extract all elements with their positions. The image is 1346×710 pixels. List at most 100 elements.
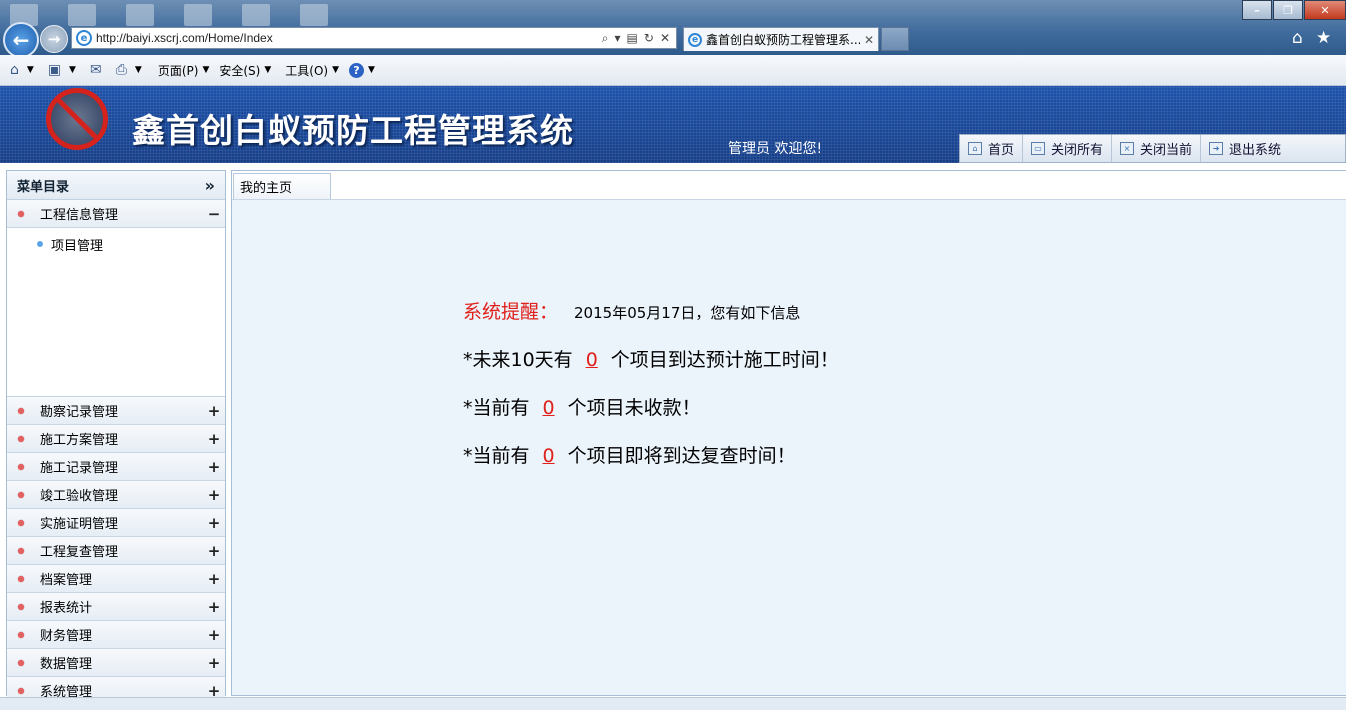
tab-label: 我的主页	[240, 181, 293, 196]
recheck-count-link[interactable]: 0	[543, 445, 555, 467]
windows-icon: ▭	[1031, 142, 1046, 155]
construction-count-link[interactable]: 0	[586, 349, 598, 371]
sidebar-group[interactable]: 财务管理 +	[7, 621, 225, 649]
mail-icon: ✉	[89, 62, 102, 78]
sidebar-group[interactable]: 数据管理 +	[7, 649, 225, 677]
feeds-command[interactable]: ▣ ▼	[48, 62, 76, 78]
collapse-sidebar-icon[interactable]: »	[205, 176, 215, 195]
notice-text: *未来10天有	[463, 349, 573, 371]
favorites-star-icon[interactable]: ★	[1316, 28, 1331, 48]
sidebar-item-project-management[interactable]: 项目管理	[7, 228, 225, 260]
group-label: 施工方案管理	[40, 433, 119, 448]
sidebar-group[interactable]: 施工记录管理 +	[7, 453, 225, 481]
expand-icon[interactable]: +	[203, 402, 225, 420]
close-current-button[interactable]: × 关闭当前	[1112, 135, 1202, 162]
unpaid-count-link[interactable]: 0	[543, 397, 555, 419]
sidebar-item-label: 项目管理	[51, 238, 104, 254]
sidebar-group[interactable]: 施工方案管理 +	[7, 425, 225, 453]
window-controls: – ❐ ✕	[1241, 0, 1346, 20]
close-window-button[interactable]: ✕	[1304, 0, 1346, 20]
header-toolbar: ⌂ 首页 ▭ 关闭所有 × 关闭当前 ➜ 退出系统	[959, 134, 1346, 163]
sidebar-group[interactable]: 档案管理 +	[7, 565, 225, 593]
sidebar-menu: 菜单目录 » 工程信息管理 − 项目管理 勘察记录管理 + 施工方案管理 + 施工记录管…	[6, 170, 226, 705]
expand-icon[interactable]: +	[203, 430, 225, 448]
tools-menu[interactable]: 工具(O) ▼	[285, 62, 339, 79]
home-icon: ⌂	[968, 142, 982, 155]
close-current-label: 关闭当前	[1140, 143, 1193, 158]
home-command[interactable]: ⌂ ▼	[10, 62, 34, 78]
stop-icon[interactable]: ✕	[660, 31, 670, 46]
group-label: 档案管理	[40, 573, 93, 588]
sidebar-group-engineering-info[interactable]: 工程信息管理 −	[7, 200, 225, 228]
print-command[interactable]: ⎙ ▼	[116, 62, 142, 78]
browser-tab[interactable]: e 鑫首创白蚁预防工程管理系... ✕	[683, 27, 879, 51]
back-button[interactable]: ←	[3, 22, 39, 58]
main-content: 我的主页 系统提醒： 2015年05月17日，您有如下信息 *未来10天有 0 …	[231, 170, 1346, 696]
url-text[interactable]: http://baiyi.xscrj.com/Home/Index	[96, 31, 602, 45]
sidebar-group[interactable]: 报表统计 +	[7, 593, 225, 621]
notice-title: 系统提醒：	[463, 301, 559, 323]
ie-icon: e	[76, 30, 92, 46]
close-all-button[interactable]: ▭ 关闭所有	[1023, 135, 1113, 162]
site-header: 鑫首创白蚁预防工程管理系统 管理员 欢迎您! ⌂ 首页 ▭ 关闭所有 × 关闭当前 ➜…	[0, 86, 1346, 163]
bullet-icon	[18, 547, 24, 554]
address-bar[interactable]: e http://baiyi.xscrj.com/Home/Index ⌕ ▾ …	[71, 27, 677, 49]
search-icon[interactable]: ⌕	[602, 31, 609, 46]
home-icon[interactable]: ⌂	[1292, 28, 1303, 48]
expand-icon[interactable]: +	[203, 458, 225, 476]
expand-icon[interactable]: +	[203, 626, 225, 644]
close-tab-icon[interactable]: ✕	[864, 33, 874, 47]
maximize-button[interactable]: ❐	[1273, 0, 1303, 20]
notice-text: 个项目即将到达复查时间！	[567, 445, 796, 467]
footer-strip	[0, 697, 1346, 710]
bullet-icon	[18, 407, 24, 414]
collapse-icon[interactable]: −	[203, 205, 225, 223]
bullet-icon	[18, 463, 24, 470]
expand-icon[interactable]: +	[203, 514, 225, 532]
refresh-icon[interactable]: ↻	[644, 31, 654, 46]
home-button[interactable]: ⌂ 首页	[960, 135, 1024, 162]
bullet-icon	[37, 241, 43, 247]
group-label: 工程复查管理	[40, 545, 119, 560]
logout-button[interactable]: ➜ 退出系统	[1201, 135, 1289, 162]
forward-button[interactable]: →	[40, 25, 68, 53]
bullet-icon	[18, 491, 24, 498]
tab-my-homepage[interactable]: 我的主页	[233, 173, 331, 199]
safety-menu-label: 安全(S)	[219, 63, 261, 78]
help-menu[interactable]: ? ▼	[349, 62, 375, 78]
bullet-icon	[18, 435, 24, 442]
sidebar-group[interactable]: 实施证明管理 +	[7, 509, 225, 537]
tab-title: 鑫首创白蚁预防工程管理系...	[706, 33, 860, 47]
sidebar-group[interactable]: 竣工验收管理 +	[7, 481, 225, 509]
notice-text: 个项目未收款！	[567, 397, 701, 419]
notice-text: *当前有	[463, 397, 530, 419]
group-label: 数据管理	[40, 657, 93, 672]
bullet-icon	[18, 631, 24, 638]
safety-menu[interactable]: 安全(S) ▼	[219, 62, 271, 79]
compat-icon[interactable]: ▤	[627, 31, 638, 46]
page-menu[interactable]: 页面(P) ▼	[158, 62, 210, 79]
print-icon: ⎙	[115, 62, 127, 78]
dropdown-icon[interactable]: ▾	[615, 31, 621, 46]
mail-command[interactable]: ✉	[90, 62, 106, 78]
command-bar: ⌂ ▼ ▣ ▼ ✉ ⎙ ▼ 页面(P) ▼ 安全(S) ▼ 工具(O) ▼ ? ▼	[0, 55, 1346, 86]
expand-icon[interactable]: +	[203, 486, 225, 504]
sidebar-group[interactable]: 工程复查管理 +	[7, 537, 225, 565]
logout-label: 退出系统	[1229, 143, 1282, 158]
expand-icon[interactable]: +	[203, 542, 225, 560]
group-label: 施工记录管理	[40, 461, 119, 476]
minimize-button[interactable]: –	[1242, 0, 1272, 20]
expand-icon[interactable]: +	[203, 598, 225, 616]
help-icon: ?	[349, 62, 364, 78]
tools-menu-label: 工具(O)	[285, 63, 329, 78]
close-all-label: 关闭所有	[1051, 143, 1104, 158]
exit-icon: ➜	[1209, 142, 1224, 155]
welcome-text: 管理员 欢迎您!	[728, 141, 823, 157]
expand-icon[interactable]: +	[203, 654, 225, 672]
bullet-icon	[18, 519, 24, 526]
expand-icon[interactable]: +	[203, 570, 225, 588]
group-label: 竣工验收管理	[40, 489, 119, 504]
sidebar-group[interactable]: 勘察记录管理 +	[7, 397, 225, 425]
new-tab-button[interactable]	[881, 27, 909, 51]
sidebar-title: 菜单目录	[17, 179, 70, 195]
